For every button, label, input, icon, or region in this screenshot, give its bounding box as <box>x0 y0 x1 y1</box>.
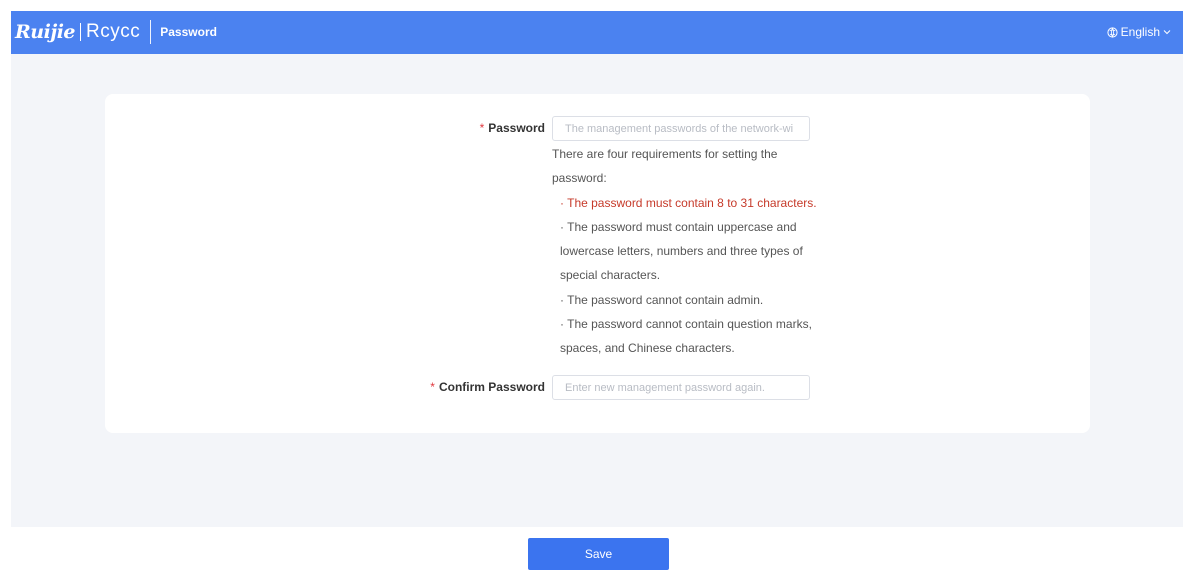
requirement-rule: · The password cannot contain question m… <box>560 317 812 356</box>
logo: Ruijie Rcycc Password <box>15 20 217 44</box>
footer-bar: Save <box>11 527 1183 570</box>
top-bar: Ruijie Rcycc Password English <box>11 11 1183 54</box>
confirm-password-input[interactable] <box>552 375 810 400</box>
main-content: * Password There are four requirements fo… <box>11 54 1183 527</box>
confirm-password-label: * Confirm Password <box>430 380 545 394</box>
chevron-down-icon <box>1163 30 1171 35</box>
required-mark: * <box>479 121 485 135</box>
header-divider <box>150 20 152 44</box>
confirm-password-label-text: Confirm Password <box>438 380 545 394</box>
password-form-card: * Password There are four requirements fo… <box>105 94 1090 433</box>
requirements-list: · The password must contain 8 to 31 char… <box>552 191 822 361</box>
language-label: English <box>1120 25 1160 39</box>
sub-brand-logo: Rcycc <box>86 21 141 42</box>
requirement-rule: · The password must contain 8 to 31 char… <box>560 195 817 210</box>
brand-logo: Ruijie <box>15 21 76 43</box>
globe-icon <box>1107 26 1118 38</box>
requirement-rule: · The password must contain uppercase an… <box>560 219 803 283</box>
password-input[interactable] <box>552 116 810 141</box>
save-button[interactable]: Save <box>528 538 669 570</box>
password-label-text: Password <box>488 121 545 135</box>
required-mark: * <box>430 380 435 394</box>
password-requirements: There are four requirements for setting … <box>552 142 822 361</box>
password-label: * Password <box>480 121 545 135</box>
requirements-intro: There are four requirements for setting … <box>552 147 778 186</box>
page-title: Password <box>160 25 217 39</box>
logo-separator <box>80 23 82 41</box>
app-window: Ruijie Rcycc Password English *Password <box>11 11 1183 570</box>
requirement-rule: · The password cannot contain admin. <box>560 292 764 307</box>
language-selector[interactable]: English <box>1107 25 1171 39</box>
